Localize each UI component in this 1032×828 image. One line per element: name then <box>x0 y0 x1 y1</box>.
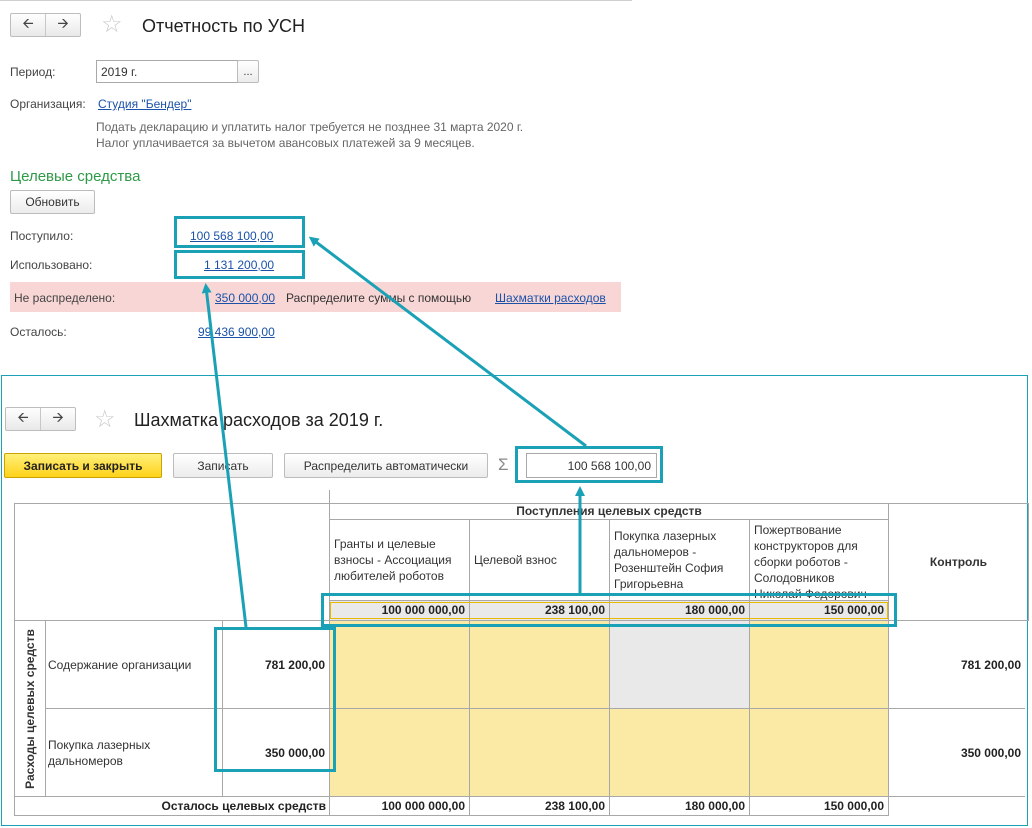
row-amounts-highlight <box>214 627 336 772</box>
column-remaining: 238 100,00 <box>470 797 610 816</box>
received-highlight <box>174 216 305 248</box>
used-label: Использовано: <box>10 258 93 272</box>
unallocated-label: Не распределено: <box>14 291 116 305</box>
report-nav-buttons: 🡨 🡪 <box>10 13 81 37</box>
matrix-favorite-star-icon[interactable]: ☆ <box>94 408 116 432</box>
save-button[interactable]: Записать <box>173 453 273 478</box>
favorite-star-icon[interactable]: ☆ <box>101 13 123 37</box>
received-label: Поступило: <box>10 229 74 243</box>
distribute-text: Распределите суммы с помощью <box>286 291 472 305</box>
back-button[interactable]: 🡨 <box>11 14 45 36</box>
sigma-icon: Σ <box>498 455 509 474</box>
column-header: Пожертвование конструкторов для сборки р… <box>750 520 889 601</box>
organization-label: Организация: <box>10 97 86 111</box>
arrow-right-icon: 🡪 <box>57 15 69 31</box>
row-name: Покупка лазерных дальномеров <box>46 709 223 797</box>
remaining-row-label: Осталось целевых средств <box>14 797 330 816</box>
matrix-cell[interactable] <box>470 709 610 797</box>
arrow-left-icon: 🡨 <box>22 15 34 31</box>
row-control: 781 200,00 <box>889 621 1025 709</box>
column-remaining: 100 000 000,00 <box>330 797 470 816</box>
period-select-button[interactable]: ... <box>237 60 259 83</box>
control-header: Контроль <box>889 503 1029 621</box>
column-remaining: 180 000,00 <box>610 797 750 816</box>
matrix-link[interactable]: Шахматки расходов <box>495 291 606 305</box>
vertical-header: Расходы целевых средств <box>22 628 37 789</box>
top-border <box>0 0 632 1</box>
save-and-close-button[interactable]: Записать и закрыть <box>4 453 162 478</box>
column-remaining: 150 000,00 <box>750 797 889 816</box>
total-highlight <box>515 446 663 483</box>
period-input[interactable]: 2019 г. <box>96 60 238 83</box>
advance-note: Налог уплачивается за вычетом авансовых … <box>96 136 475 150</box>
matrix-cell[interactable] <box>610 709 750 797</box>
remaining-label: Осталось: <box>10 325 67 339</box>
remaining-link[interactable]: 99 436 900,00 <box>198 325 275 339</box>
matrix-cell-disabled <box>610 621 750 709</box>
period-label: Период: <box>10 65 56 79</box>
row-control: 350 000,00 <box>889 709 1025 797</box>
section-title: Целевые средства <box>10 168 141 185</box>
forward-button[interactable]: 🡪 <box>45 14 80 36</box>
refresh-button[interactable]: Обновить <box>10 190 95 214</box>
matrix-cell[interactable] <box>330 709 470 797</box>
report-title: Отчетность по УСН <box>142 16 306 36</box>
column-header: Целевой взнос <box>470 520 610 601</box>
matrix-cell[interactable] <box>750 621 889 709</box>
deadline-note: Подать декларацию и уплатить налог требу… <box>96 120 524 134</box>
organization-link[interactable]: Студия "Бендер" <box>98 97 191 111</box>
matrix-cell[interactable] <box>750 709 889 797</box>
matrix-nav-buttons: 🡨 🡪 <box>5 407 76 431</box>
vertical-header-cell: Расходы целевых средств <box>14 621 46 797</box>
arrow-left-icon: 🡨 <box>17 409 29 425</box>
auto-distribute-button[interactable]: Распределить автоматически <box>284 453 488 478</box>
matrix-cell[interactable] <box>330 621 470 709</box>
period-value: 2019 г. <box>101 64 138 79</box>
column-header: Покупка лазерных дальномеров - Розенштей… <box>610 520 750 601</box>
matrix-title: Шахматка расходов за 2019 г. <box>134 410 384 430</box>
group-header: Поступления целевых средств <box>330 503 889 520</box>
matrix-back-button[interactable]: 🡨 <box>6 408 40 430</box>
used-highlight <box>174 250 305 279</box>
column-header: Гранты и целевые взносы - Ассоциация люб… <box>330 520 470 601</box>
row-name: Содержание организации <box>46 621 223 709</box>
column-amounts-highlight <box>321 593 897 627</box>
corner-cell <box>14 503 330 621</box>
matrix-forward-button[interactable]: 🡪 <box>40 408 75 430</box>
matrix-cell[interactable] <box>470 621 610 709</box>
unallocated-link[interactable]: 350 000,00 <box>215 291 275 305</box>
arrow-right-icon: 🡪 <box>52 409 64 425</box>
